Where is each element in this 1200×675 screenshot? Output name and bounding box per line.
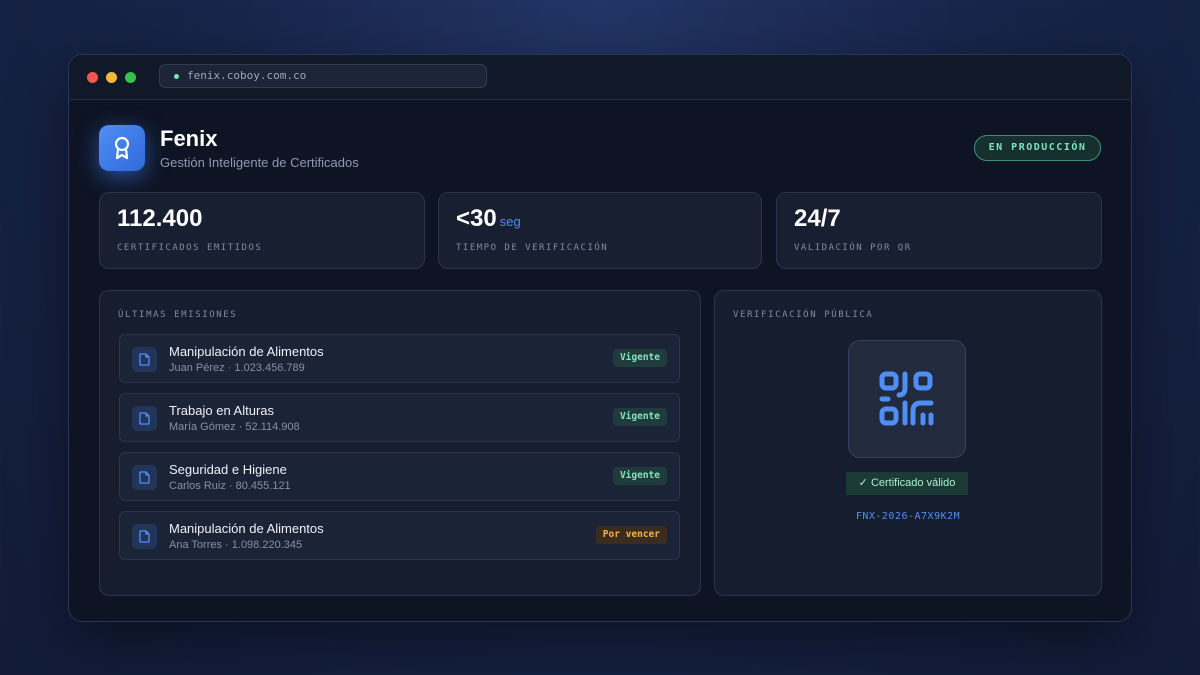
stat-card-qr-validation: 24/7 VALIDACIÓN POR QR: [776, 192, 1102, 269]
emission-row[interactable]: Manipulación de Alimentos Juan Pérez · 1…: [119, 334, 680, 383]
emission-row[interactable]: Seguridad e Higiene Carlos Ruiz · 80.455…: [119, 452, 680, 501]
emission-row[interactable]: Trabajo en Alturas María Gómez · 52.114.…: [119, 393, 680, 442]
status-badge: Vigente: [612, 467, 667, 485]
qr-code-box[interactable]: [848, 340, 966, 458]
minimize-window-button[interactable]: [106, 72, 117, 83]
status-badge: Vigente: [612, 408, 667, 426]
stat-label: VALIDACIÓN POR QR: [794, 243, 912, 253]
stat-label: TIEMPO DE VERIFICACIÓN: [456, 243, 609, 253]
browser-window: fenix.coboy.com.co Fenix Gestión Intelig…: [68, 54, 1132, 622]
certificate-holder: Ana Torres · 1.098.220.345: [169, 539, 303, 551]
certificate-holder: Carlos Ruiz · 80.455.121: [169, 480, 291, 492]
public-verification-panel: VERIFICACIÓN PÚBLICA ✓ Certificado válid…: [714, 290, 1102, 596]
url-text: fenix.coboy.com.co: [187, 69, 307, 82]
browser-titlebar: fenix.coboy.com.co: [69, 55, 1131, 100]
certificate-title: Trabajo en Alturas: [169, 403, 275, 418]
verification-code: FNX-2026-A7X9K2M: [855, 511, 961, 522]
emission-row[interactable]: Manipulación de Alimentos Ana Torres · 1…: [119, 511, 680, 560]
panel-title: VERIFICACIÓN PÚBLICA: [733, 310, 874, 320]
maximize-window-button[interactable]: [125, 72, 136, 83]
app-logo: [99, 125, 145, 171]
document-icon: [132, 524, 157, 549]
certificate-holder: María Gómez · 52.114.908: [169, 421, 300, 433]
certificate-title: Manipulación de Alimentos: [169, 521, 324, 536]
stat-card-certificates: 112.400 CERTIFICADOS EMITIDOS: [99, 192, 425, 269]
qr-code-icon: [879, 371, 934, 426]
panel-title: ÚLTIMAS EMISIONES: [118, 310, 238, 320]
stat-value: 24/7: [794, 205, 841, 232]
certificate-holder: Juan Pérez · 1.023.456.789: [169, 362, 305, 374]
app-subtitle: Gestión Inteligente de Certificados: [160, 155, 359, 170]
close-window-button[interactable]: [87, 72, 98, 83]
valid-certificate-badge: ✓ Certificado válido: [846, 472, 968, 495]
stat-unit: seg: [499, 214, 521, 229]
stat-card-verification-time: <30 seg TIEMPO DE VERIFICACIÓN: [438, 192, 762, 269]
document-icon: [132, 406, 157, 431]
app-title: Fenix: [160, 126, 218, 151]
status-badge: Vigente: [612, 349, 667, 367]
certificate-title: Seguridad e Higiene: [169, 462, 287, 477]
stat-label: CERTIFICADOS EMITIDOS: [117, 243, 263, 253]
document-icon: [132, 465, 157, 490]
address-bar[interactable]: fenix.coboy.com.co: [159, 64, 487, 88]
status-badge: EN PRODUCCIÓN: [974, 135, 1101, 161]
award-ribbon-icon: [114, 136, 130, 160]
latest-emissions-panel: ÚLTIMAS EMISIONES Manipulación de Alimen…: [99, 290, 701, 596]
status-badge: Por vencer: [595, 526, 667, 544]
secure-indicator-icon: [174, 74, 179, 79]
stat-value: 112.400: [117, 205, 203, 232]
certificate-title: Manipulación de Alimentos: [169, 344, 324, 359]
document-icon: [132, 347, 157, 372]
stat-value: <30 seg: [456, 205, 521, 232]
